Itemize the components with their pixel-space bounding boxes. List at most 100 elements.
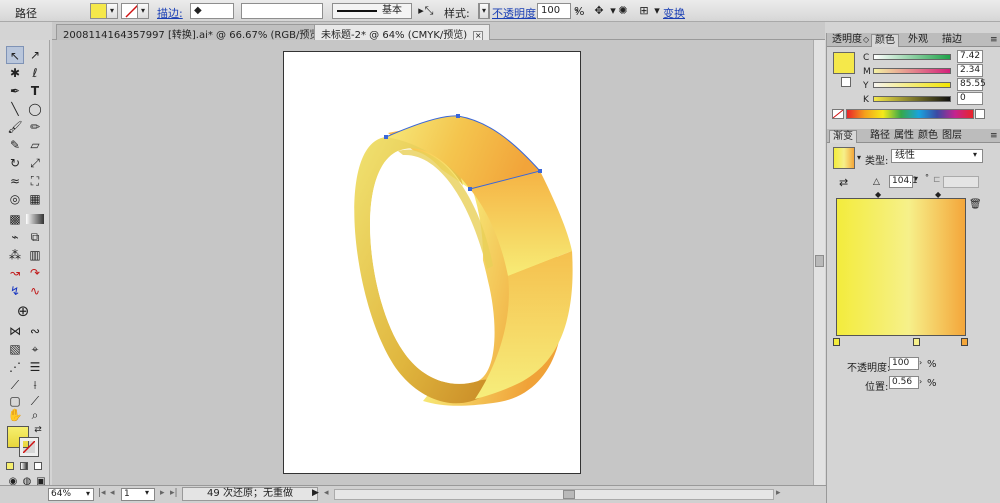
location-arrow-icon[interactable]: › [919,377,922,386]
wrinkle-tool-icon[interactable]: ∾ [26,322,44,340]
last-page-icon[interactable]: ▸| [170,488,178,498]
ellipse-tool-icon[interactable]: ◯ [26,100,44,118]
gradient-angle-field[interactable]: 104.1 [889,175,918,188]
stroke-dropdown[interactable]: ▾ [137,3,149,19]
status-menu-icon[interactable]: ▶ [312,488,319,498]
anchor-point[interactable] [538,169,542,173]
first-page-icon[interactable]: |◂ [98,488,106,498]
tab-swatches[interactable]: 颜色 [915,130,941,143]
live-paint-selection-icon[interactable]: ⌖ [26,340,44,358]
column-graph-tool-icon[interactable]: ▥ [26,246,44,264]
line-tool-icon[interactable]: ╲ [6,100,24,118]
scrollbar-thumb[interactable] [563,490,575,499]
color-spectrum-bar[interactable] [846,109,974,119]
gradient-mode-icon[interactable] [20,462,28,470]
direct-selection-tool-icon[interactable]: ↗ [26,46,44,64]
tab-layers[interactable]: 图层 [939,130,965,143]
tab-pathfinder[interactable]: 路径 [867,130,893,143]
type-tool-icon[interactable]: T [26,82,44,100]
gradient-preset-dropdown-icon[interactable]: ▾ [857,153,861,162]
prev-page-icon[interactable]: ◂ [110,488,115,498]
tab-document-2[interactable]: 未标题-2* @ 64% (CMYK/预览) × [314,24,491,41]
channel-c-field[interactable]: 7.42 [957,50,983,63]
slice-tool-icon[interactable]: ⋰ [6,358,24,376]
vertical-scrollbar[interactable] [813,40,825,485]
crosshair-tool-icon[interactable]: ⊕ [14,302,32,320]
horizontal-scrollbar[interactable] [334,489,774,500]
smooth-tool-icon[interactable]: ↷ [26,264,44,282]
white-swatch[interactable] [975,109,985,119]
stroke-weight-field[interactable]: ◆ [190,3,234,19]
align-icon[interactable]: ⊞ [637,3,651,19]
scrollbar-thumb[interactable] [815,255,824,267]
eyedropper-tool-icon[interactable]: ⌁ [6,228,24,246]
rotate-tool-icon[interactable]: ↻ [6,154,24,172]
tab-attributes[interactable]: 属性 [891,130,917,143]
none-mode-icon[interactable] [34,462,42,470]
gradient-slider-preview[interactable] [836,198,966,336]
gradient-stop[interactable] [833,338,840,346]
magic-wand-tool-icon[interactable]: ✱ [6,64,24,82]
gradient-preview-swatch[interactable] [833,147,855,169]
page-field[interactable]: 1 [121,488,155,501]
recolor-icon[interactable]: ✥ [592,3,606,19]
stroke-link[interactable]: 描边: [157,5,183,21]
page-dropdown-icon[interactable]: ▾ [145,488,149,497]
lasso-tool-icon[interactable]: ℓ [26,64,44,82]
channel-c-slider[interactable] [873,54,951,60]
scroll-left-icon[interactable]: ◂ [324,488,329,498]
tab-document-1[interactable]: 2008114164357997 [转换].ai* @ 66.67% (RGB/… [56,24,347,41]
stop-location-field[interactable]: 0.56 [889,376,919,389]
pen-tool-icon[interactable]: ✒ [6,82,24,100]
channel-y-slider[interactable] [873,82,951,88]
gear-icon[interactable]: ✺ [616,3,630,19]
mesh-tool-icon[interactable]: ▩ [6,210,24,228]
delete-stop-icon[interactable]: 🗑 [969,199,982,210]
color-stroke-swatch[interactable] [841,77,851,87]
align-dropdown-icon[interactable]: ▾ [650,3,664,19]
reverse-gradient-icon[interactable]: ⇄ [839,176,848,189]
paintbrush-tool-icon[interactable]: 🖌 [6,118,24,136]
fill-dropdown[interactable]: ▾ [106,3,118,19]
live-paint-tool-icon[interactable]: ▧ [6,340,24,358]
hand-tool-icon[interactable]: ✋ [6,406,24,424]
channel-k-field[interactable]: 0 [957,92,983,105]
opacity-field[interactable]: 100 [537,3,571,19]
channel-k-slider[interactable] [873,96,951,102]
variable-width-field[interactable] [241,3,323,19]
angle-dropdown-icon[interactable]: ▾ [914,174,918,183]
transform-link[interactable]: 变换 [663,5,685,21]
pencil-tool-icon[interactable]: ✏ [26,118,44,136]
scroll-right-icon[interactable]: ▸ [776,488,781,498]
none-swatch[interactable] [832,109,844,119]
anchor-point[interactable] [456,114,460,118]
blend-tool-icon[interactable]: ⧉ [26,228,44,246]
swap-colors-icon[interactable]: ⇄ [32,424,44,436]
tab-color[interactable]: 颜色 [871,34,899,47]
gradient-stop[interactable] [913,338,920,346]
panel-menu-icon[interactable]: ≡ [987,130,1000,143]
selection-tool-icon[interactable]: ↖ [6,46,24,64]
opacity-link[interactable]: 不透明度 [492,5,536,21]
width-tool-icon[interactable]: ↝ [6,264,24,282]
style-dropdown[interactable]: ▾ [479,3,489,19]
tab-stroke[interactable]: 描边 [939,34,965,47]
warp-tool-icon[interactable]: ≈ [6,172,24,190]
anchor-point[interactable] [384,135,388,139]
eraser-tool-icon[interactable]: ▱ [26,136,44,154]
gradient-tool-icon[interactable] [26,214,44,224]
zoom-tool-icon[interactable]: ⌕ [26,406,44,424]
color-fill-swatch[interactable] [833,52,855,74]
wave-tool-icon[interactable]: ∿ [26,282,44,300]
channel-m-slider[interactable] [873,68,951,74]
gradient-stop[interactable] [961,338,968,346]
stroke-expand-icon[interactable]: ⤡ [422,3,436,19]
scale-tool-icon[interactable]: ⤢ [26,154,44,172]
shape-builder-tool-icon[interactable]: ◎ [6,190,24,208]
gold-ring-artwork[interactable] [283,51,581,474]
zoom-dropdown-icon[interactable]: ▾ [82,488,94,501]
tab-appearance[interactable]: 外观 [905,34,931,47]
next-page-icon[interactable]: ▸ [160,488,165,498]
reshape-tool-icon[interactable]: ↯ [6,282,24,300]
brush-definition-field[interactable]: 基本 [332,3,412,19]
